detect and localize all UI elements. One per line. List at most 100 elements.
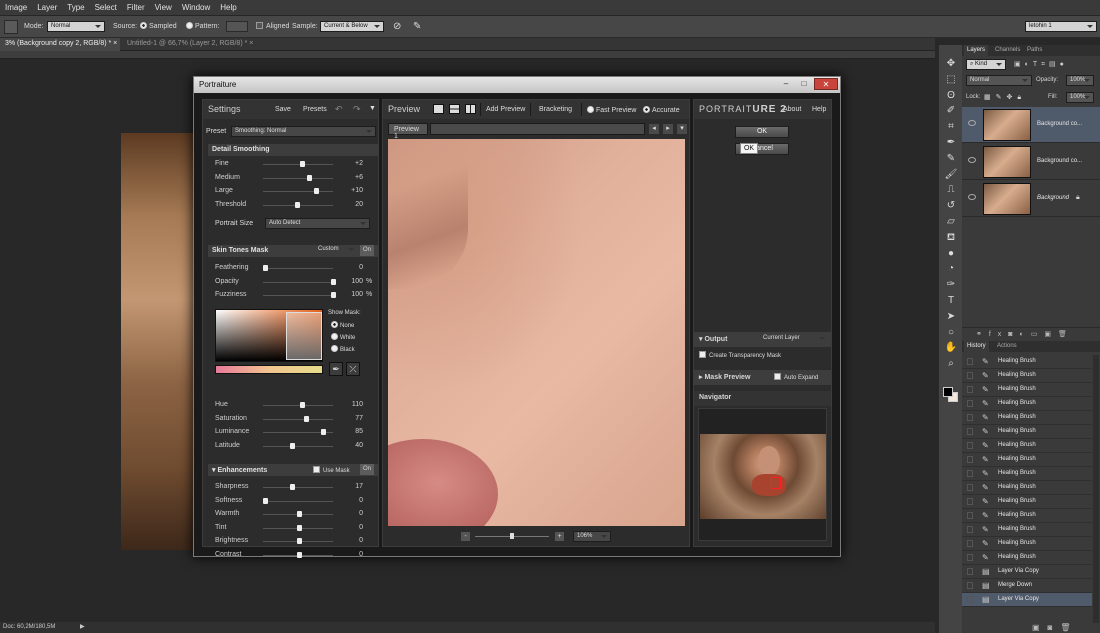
layer-row[interactable]: Background co...	[962, 107, 1100, 143]
blur-icon[interactable]: ●	[944, 247, 958, 261]
visibility-eye-icon[interactable]	[968, 194, 976, 200]
history-item[interactable]: ✎ Healing Brush	[962, 453, 1092, 467]
slider-knob[interactable]	[307, 174, 313, 181]
accurate-radio[interactable]: Accurate	[643, 106, 680, 114]
history-brush-icon[interactable]: ↺	[944, 199, 958, 213]
ellipse-icon[interactable]: ○	[944, 326, 958, 340]
aligned-checkbox[interactable]: Aligned	[256, 21, 289, 33]
hue-strip[interactable]	[215, 365, 323, 374]
history-snapshot-box[interactable]	[967, 400, 973, 407]
slider-knob[interactable]	[303, 415, 309, 422]
history-item[interactable]: ✎ Healing Brush	[962, 369, 1092, 383]
history-footer-icons[interactable]: ▣◙🗑︎	[1032, 623, 1079, 632]
tab-actions[interactable]: Actions	[994, 341, 1020, 352]
slider-knob[interactable]	[297, 551, 302, 558]
zoom-out-button[interactable]: -	[461, 532, 470, 541]
history-item[interactable]: ✎ Healing Brush	[962, 523, 1092, 537]
skin-mask-on-toggle[interactable]: On	[360, 245, 374, 256]
slider-knob[interactable]	[290, 484, 296, 490]
history-item[interactable]: ▤ Merge Down	[962, 579, 1092, 593]
auto-expand-checkbox[interactable]: Auto Expand	[774, 373, 818, 381]
layer-filter-icons[interactable]: ▣◐T⌗▤●	[1014, 60, 1068, 69]
slider-value[interactable]: +6	[333, 174, 363, 181]
pattern-radio[interactable]: Pattern:	[186, 21, 220, 33]
tab-layers[interactable]: Layers	[964, 45, 989, 56]
sampled-radio[interactable]: Sampled	[140, 21, 177, 33]
slider-value[interactable]: 0	[333, 537, 363, 544]
slider-track[interactable]	[263, 268, 333, 269]
single-view-icon[interactable]	[433, 104, 444, 114]
layer-row[interactable]: Background co...	[962, 144, 1100, 180]
show-mask-none-radio[interactable]: None	[331, 321, 354, 329]
workspace-dropdown[interactable]: letohin 1	[1025, 21, 1097, 32]
history-item[interactable]: ✎ Healing Brush	[962, 411, 1092, 425]
menu-item-filter[interactable]: Filter	[122, 0, 150, 12]
fast-preview-radio[interactable]: Fast Preview	[587, 106, 636, 114]
ok-button[interactable]: OK	[735, 126, 789, 138]
history-item[interactable]: ✎ Healing Brush	[962, 439, 1092, 453]
preset-dropdown[interactable]: Smoothing: Normal	[231, 126, 376, 137]
slider-value[interactable]: 100	[333, 291, 363, 298]
about-button[interactable]: About	[783, 106, 801, 113]
add-preview-button[interactable]: Add Preview	[486, 106, 525, 113]
eraser-icon[interactable]: ▱	[944, 215, 958, 229]
show-mask-white-radio[interactable]: White	[331, 333, 355, 341]
paint-bucket-icon[interactable]: ⛾	[944, 231, 958, 245]
history-snapshot-box[interactable]	[967, 596, 973, 603]
menu-item-window[interactable]: Window	[177, 0, 215, 12]
slider-track[interactable]	[263, 500, 333, 502]
slider-track[interactable]	[263, 405, 333, 406]
history-item[interactable]: ✎ Healing Brush	[962, 425, 1092, 439]
close-button[interactable]: ✕	[814, 78, 838, 90]
pressure-size-icon[interactable]: ✎	[413, 21, 421, 33]
history-item[interactable]: ▤ Layer Via Copy	[962, 593, 1092, 607]
zoom-in-button[interactable]: +	[555, 532, 564, 541]
split-vertical-icon[interactable]	[465, 104, 476, 114]
slider-knob[interactable]	[263, 265, 268, 271]
slider-value[interactable]: 77	[333, 415, 363, 422]
menu-item-image[interactable]: Image	[0, 0, 32, 12]
slider-track[interactable]	[263, 281, 333, 283]
eyedropper-add-icon[interactable]: ⤫	[346, 362, 360, 376]
slider-track[interactable]	[263, 445, 333, 447]
slider-track[interactable]	[263, 191, 333, 192]
history-item[interactable]: ✎ Healing Brush	[962, 495, 1092, 509]
slider-track[interactable]	[263, 177, 333, 179]
opacity-field[interactable]: 100%	[1066, 75, 1094, 86]
history-item[interactable]: ✎ Healing Brush	[962, 481, 1092, 495]
history-snapshot-box[interactable]	[967, 442, 973, 449]
slider-value[interactable]: 17	[333, 483, 363, 490]
healing-brush-preset-icon[interactable]	[4, 20, 18, 34]
slider-value[interactable]: 100	[333, 278, 363, 285]
history-snapshot-box[interactable]	[967, 554, 973, 561]
preview-image[interactable]	[388, 139, 685, 526]
output-dropdown[interactable]: Current Layer	[760, 334, 828, 345]
use-mask-checkbox[interactable]: Use Mask	[313, 466, 350, 474]
layer-filter-kind[interactable]: ⌕ Kind	[966, 59, 1006, 70]
close-icon[interactable]: ×	[249, 40, 253, 47]
history-snapshot-box[interactable]	[967, 414, 973, 421]
chevron-right-icon[interactable]: ▸	[663, 124, 673, 134]
menu-item-type[interactable]: Type	[62, 0, 89, 12]
navigator-thumbnail[interactable]	[700, 434, 826, 519]
move-icon[interactable]: ✥	[944, 57, 958, 71]
slider-knob[interactable]	[294, 201, 300, 208]
menu-item-select[interactable]: Select	[90, 0, 122, 12]
eyedropper-icon[interactable]: ✒	[329, 362, 343, 376]
history-snapshot-box[interactable]	[967, 498, 973, 505]
slider-value[interactable]: 110	[333, 401, 363, 408]
menu-item-layer[interactable]: Layer	[32, 0, 62, 12]
blend-mode-dropdown[interactable]: Normal	[966, 75, 1032, 86]
clone-stamp-icon[interactable]: ⎍	[944, 183, 958, 197]
tab-paths[interactable]: Paths	[1024, 45, 1045, 56]
marquee-icon[interactable]: ⬚	[944, 73, 958, 87]
visibility-eye-icon[interactable]	[968, 157, 976, 163]
history-snapshot-box[interactable]	[967, 526, 973, 533]
skin-range-selector[interactable]	[286, 312, 322, 360]
slider-value[interactable]: 0	[333, 510, 363, 517]
slider-value[interactable]: 20	[333, 201, 363, 208]
pen-icon[interactable]: ✑	[944, 278, 958, 292]
history-item[interactable]: ✎ Healing Brush	[962, 383, 1092, 397]
save-button[interactable]: Save	[275, 106, 291, 113]
history-snapshot-box[interactable]	[967, 512, 973, 519]
